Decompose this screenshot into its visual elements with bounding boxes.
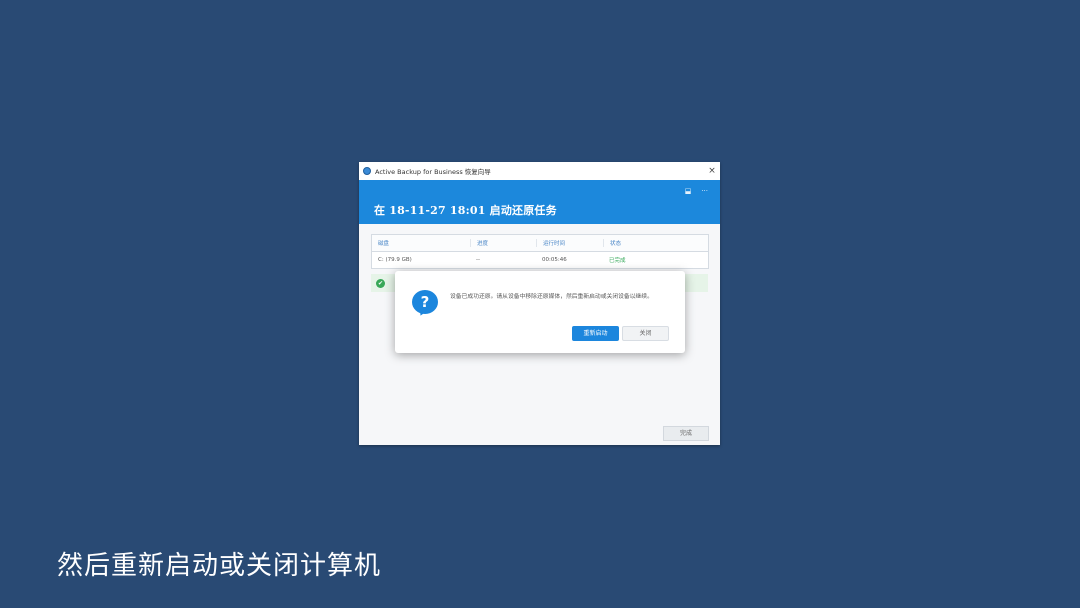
cell-disk: C: (79.9 GB) [378,257,412,263]
cell-progress: -- [476,257,480,263]
title-bar: Active Backup for Business 恢复向导 × [359,162,720,180]
more-icon[interactable]: ··· [701,187,708,195]
slide-caption: 然后重新启动或关闭计算机 [57,551,382,581]
done-button[interactable]: 完成 [663,426,709,441]
feedback-icon[interactable]: ⬓ [685,187,692,195]
column-header-disk[interactable]: 磁盘 [372,239,470,247]
close-button[interactable]: 关闭 [622,326,669,341]
table-row[interactable]: C: (79.9 GB) -- 00:05:46 已完成 [372,252,708,268]
header-banner: ⬓ ··· 在 18-11-27 18:01 启动还原任务 [359,180,720,224]
restart-dialog: ? 设备已成功还原。请从设备中移除还原媒体，然后重新启动或关闭设备以继续。 重新… [395,271,685,353]
restart-button[interactable]: 重新启动 [572,326,619,341]
column-header-progress[interactable]: 进度 [470,239,536,247]
table-header-row: 磁盘 进度 运行时间 状态 [372,235,708,252]
cell-status: 已完成 [609,258,626,264]
dialog-message: 设备已成功还原。请从设备中移除还原媒体，然后重新启动或关闭设备以继续。 [450,294,653,300]
window-title: Active Backup for Business 恢复向导 [375,168,491,176]
close-icon[interactable]: × [704,166,720,176]
question-icon: ? [412,290,438,314]
column-header-runtime[interactable]: 运行时间 [536,239,603,247]
app-logo-icon [363,167,371,175]
column-header-status[interactable]: 状态 [603,239,708,247]
page-title: 在 18-11-27 18:01 启动还原任务 [374,204,557,217]
check-circle-icon: ✔ [376,278,385,288]
restore-task-table: 磁盘 进度 运行时间 状态 C: (79.9 GB) -- 00:05:46 已… [371,234,709,269]
cell-runtime: 00:05:46 [542,257,567,263]
